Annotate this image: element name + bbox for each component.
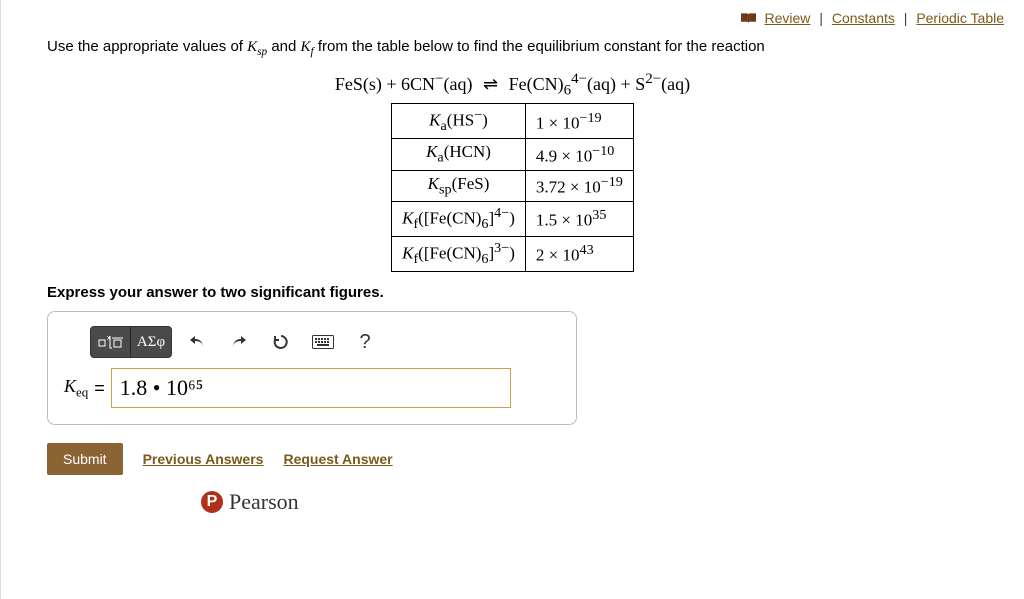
equals-sign: =: [94, 378, 105, 399]
undo-button[interactable]: [180, 327, 214, 357]
periodic-table-link[interactable]: Periodic Table: [916, 10, 1004, 26]
redo-icon: [230, 334, 248, 350]
question-prompt: Use the appropriate values of Ksp and Kf…: [1, 30, 1024, 65]
review-link[interactable]: Review: [765, 10, 811, 26]
separator: |: [819, 10, 823, 26]
table-row: Ka(HS−)1 × 10−19: [392, 104, 634, 139]
constant-label: Ka(HCN): [392, 139, 526, 170]
table-row: Kf([Fe(CN)6]4−)1.5 × 1035: [392, 202, 634, 237]
undo-icon: [188, 334, 206, 350]
constants-link[interactable]: Constants: [832, 10, 895, 26]
answer-input[interactable]: [111, 368, 511, 408]
book-icon: [741, 13, 756, 23]
pearson-footer: P Pearson: [201, 489, 1024, 515]
action-row: Submit Previous Answers Request Answer: [47, 443, 1024, 475]
constant-value: 3.72 × 10−19: [525, 170, 633, 201]
equation-toolbar: x ΑΣφ ?: [90, 326, 562, 358]
answer-row: Keq =: [62, 368, 562, 408]
table-row: Kf([Fe(CN)6]3−)2 × 1043: [392, 237, 634, 272]
pearson-logo-icon: P: [201, 491, 223, 513]
constant-value: 1 × 10−19: [525, 104, 633, 139]
constant-value: 1.5 × 1035: [525, 202, 633, 237]
constant-value: 4.9 × 10−10: [525, 139, 633, 170]
templates-button[interactable]: x: [91, 327, 131, 357]
table-row: Ka(HCN)4.9 × 10−10: [392, 139, 634, 170]
top-links-bar: Review | Constants | Periodic Table: [1, 0, 1024, 30]
toolbar-group: x ΑΣφ: [90, 326, 172, 358]
submit-button[interactable]: Submit: [47, 443, 123, 475]
constants-table: Ka(HS−)1 × 10−19Ka(HCN)4.9 × 10−10Ksp(Fe…: [391, 103, 634, 272]
separator: |: [904, 10, 908, 26]
keyboard-icon: [312, 335, 334, 349]
reaction-equation: FeS(s) + 6CN−(aq) ⇌ Fe(CN)64−(aq) + S2−(…: [1, 65, 1024, 102]
answer-panel: x ΑΣφ ?: [47, 311, 577, 425]
previous-answers-link[interactable]: Previous Answers: [143, 451, 264, 467]
constant-label: Kf([Fe(CN)6]3−): [392, 237, 526, 272]
reset-button[interactable]: [264, 327, 298, 357]
answer-instruction: Express your answer to two significant f…: [1, 280, 1024, 311]
constant-label: Ka(HS−): [392, 104, 526, 139]
formula-icon: x: [98, 333, 124, 351]
keq-label: Keq: [64, 376, 88, 401]
reset-icon: [272, 333, 290, 351]
pearson-brand-text: Pearson: [229, 489, 299, 515]
keyboard-button[interactable]: [306, 327, 340, 357]
redo-button[interactable]: [222, 327, 256, 357]
help-button[interactable]: ?: [348, 327, 382, 357]
constant-value: 2 × 1043: [525, 237, 633, 272]
constant-label: Ksp(FeS): [392, 170, 526, 201]
greek-button[interactable]: ΑΣφ: [131, 327, 171, 357]
request-answer-link[interactable]: Request Answer: [283, 451, 392, 467]
table-row: Ksp(FeS)3.72 × 10−19: [392, 170, 634, 201]
constant-label: Kf([Fe(CN)6]4−): [392, 202, 526, 237]
